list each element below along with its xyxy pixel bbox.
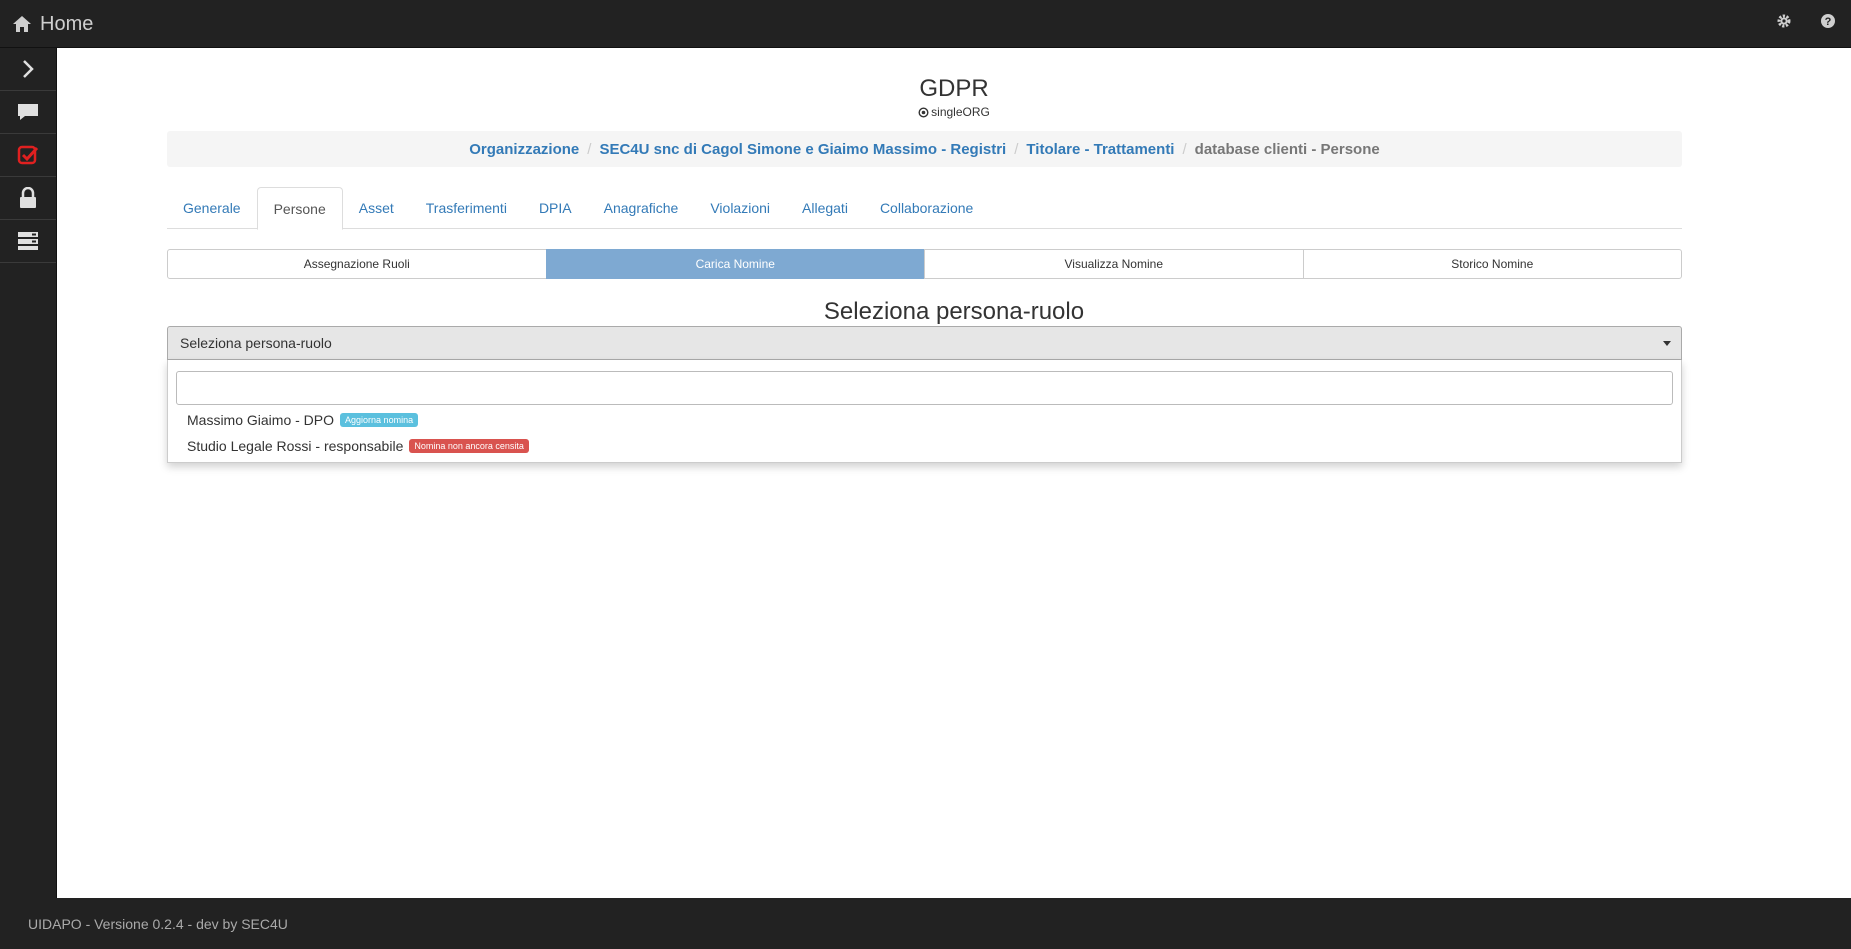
tab-collaborazione[interactable]: Collaborazione [864, 187, 989, 229]
tab-generale[interactable]: Generale [167, 187, 257, 229]
breadcrumb-separator: / [587, 140, 592, 158]
subtab-button-group: Assegnazione Ruoli Carica Nomine Visuali… [167, 249, 1682, 279]
main-content: GDPR singleORG Organizzazione / SEC4U sn… [57, 48, 1851, 898]
breadcrumb-registri[interactable]: SEC4U snc di Cagol Simone e Giaimo Massi… [599, 141, 1006, 158]
target-icon [918, 106, 929, 118]
footer-text: UIDAPO - Versione 0.2.4 - dev by SEC4U [28, 915, 288, 932]
option-studio-legale-rossi[interactable]: Studio Legale Rossi - responsabile Nomin… [187, 438, 529, 454]
persona-ruolo-select[interactable]: Seleziona persona-ruolo [167, 326, 1682, 360]
gear-icon[interactable] [1776, 13, 1792, 29]
top-navbar: Home ? [0, 0, 1851, 48]
lock-icon [20, 187, 36, 208]
sidebar [0, 48, 57, 898]
breadcrumb-organizzazione[interactable]: Organizzazione [469, 141, 579, 158]
tab-persone[interactable]: Persone [256, 187, 343, 230]
dropdown-search-input[interactable] [176, 371, 1673, 405]
select-dropdown: Massimo Giaimo - DPO Aggiorna nomina Stu… [167, 360, 1682, 463]
subtab-visualizza-nomine[interactable]: Visualizza Nomine [924, 249, 1304, 279]
option-massimo-giaimo[interactable]: Massimo Giaimo - DPO Aggiorna nomina [187, 412, 419, 428]
check-square-icon [17, 145, 39, 165]
sidebar-item-security[interactable] [0, 177, 56, 220]
chevron-right-icon [23, 60, 34, 78]
subtab-storico-nomine[interactable]: Storico Nomine [1302, 249, 1682, 279]
sidebar-item-checklist[interactable] [0, 134, 56, 177]
server-icon [18, 232, 38, 250]
footer: UIDAPO - Versione 0.2.4 - dev by SEC4U [0, 898, 1851, 949]
caret-down-icon [1663, 341, 1671, 346]
home-label: Home [40, 12, 94, 35]
tab-asset[interactable]: Asset [343, 187, 410, 229]
tab-anagrafiche[interactable]: Anagrafiche [588, 187, 695, 229]
subtab-assegnazione-ruoli[interactable]: Assegnazione Ruoli [167, 249, 547, 279]
option-label: Massimo Giaimo - DPO [187, 412, 335, 428]
comment-icon [18, 104, 38, 120]
help-icon[interactable]: ? [1820, 13, 1836, 29]
tab-trasferimenti[interactable]: Trasferimenti [410, 187, 523, 229]
svg-text:?: ? [1825, 16, 1832, 28]
breadcrumb-separator: / [1014, 140, 1019, 158]
page-subtitle: singleORG [57, 105, 1851, 119]
status-badge: Nomina non ancora censita [409, 439, 529, 453]
breadcrumb-trattamenti[interactable]: Titolare - Trattamenti [1026, 141, 1174, 158]
status-badge: Aggiorna nomina [340, 413, 419, 427]
select-value: Seleziona persona-ruolo [180, 335, 332, 351]
sidebar-toggle[interactable] [0, 48, 56, 91]
tab-allegati[interactable]: Allegati [786, 187, 864, 229]
breadcrumb: Organizzazione / SEC4U snc di Cagol Simo… [167, 131, 1682, 167]
tab-dpia[interactable]: DPIA [523, 187, 588, 229]
sidebar-item-servers[interactable] [0, 220, 56, 263]
breadcrumb-current: database clienti - Persone [1194, 140, 1380, 158]
org-label: singleORG [931, 105, 990, 119]
option-label: Studio Legale Rossi - responsabile [187, 438, 404, 454]
breadcrumb-separator: / [1182, 140, 1187, 158]
home-link[interactable]: Home [12, 0, 93, 48]
main-tabs: Generale Persone Asset Trasferimenti DPI… [167, 187, 1682, 230]
page-title: GDPR [919, 75, 989, 102]
subtab-carica-nomine[interactable]: Carica Nomine [545, 249, 925, 279]
home-icon [13, 16, 31, 32]
select-heading: Seleziona persona-ruolo [823, 298, 1085, 325]
sidebar-item-comments[interactable] [0, 91, 56, 134]
tab-violazioni[interactable]: Violazioni [694, 187, 786, 229]
